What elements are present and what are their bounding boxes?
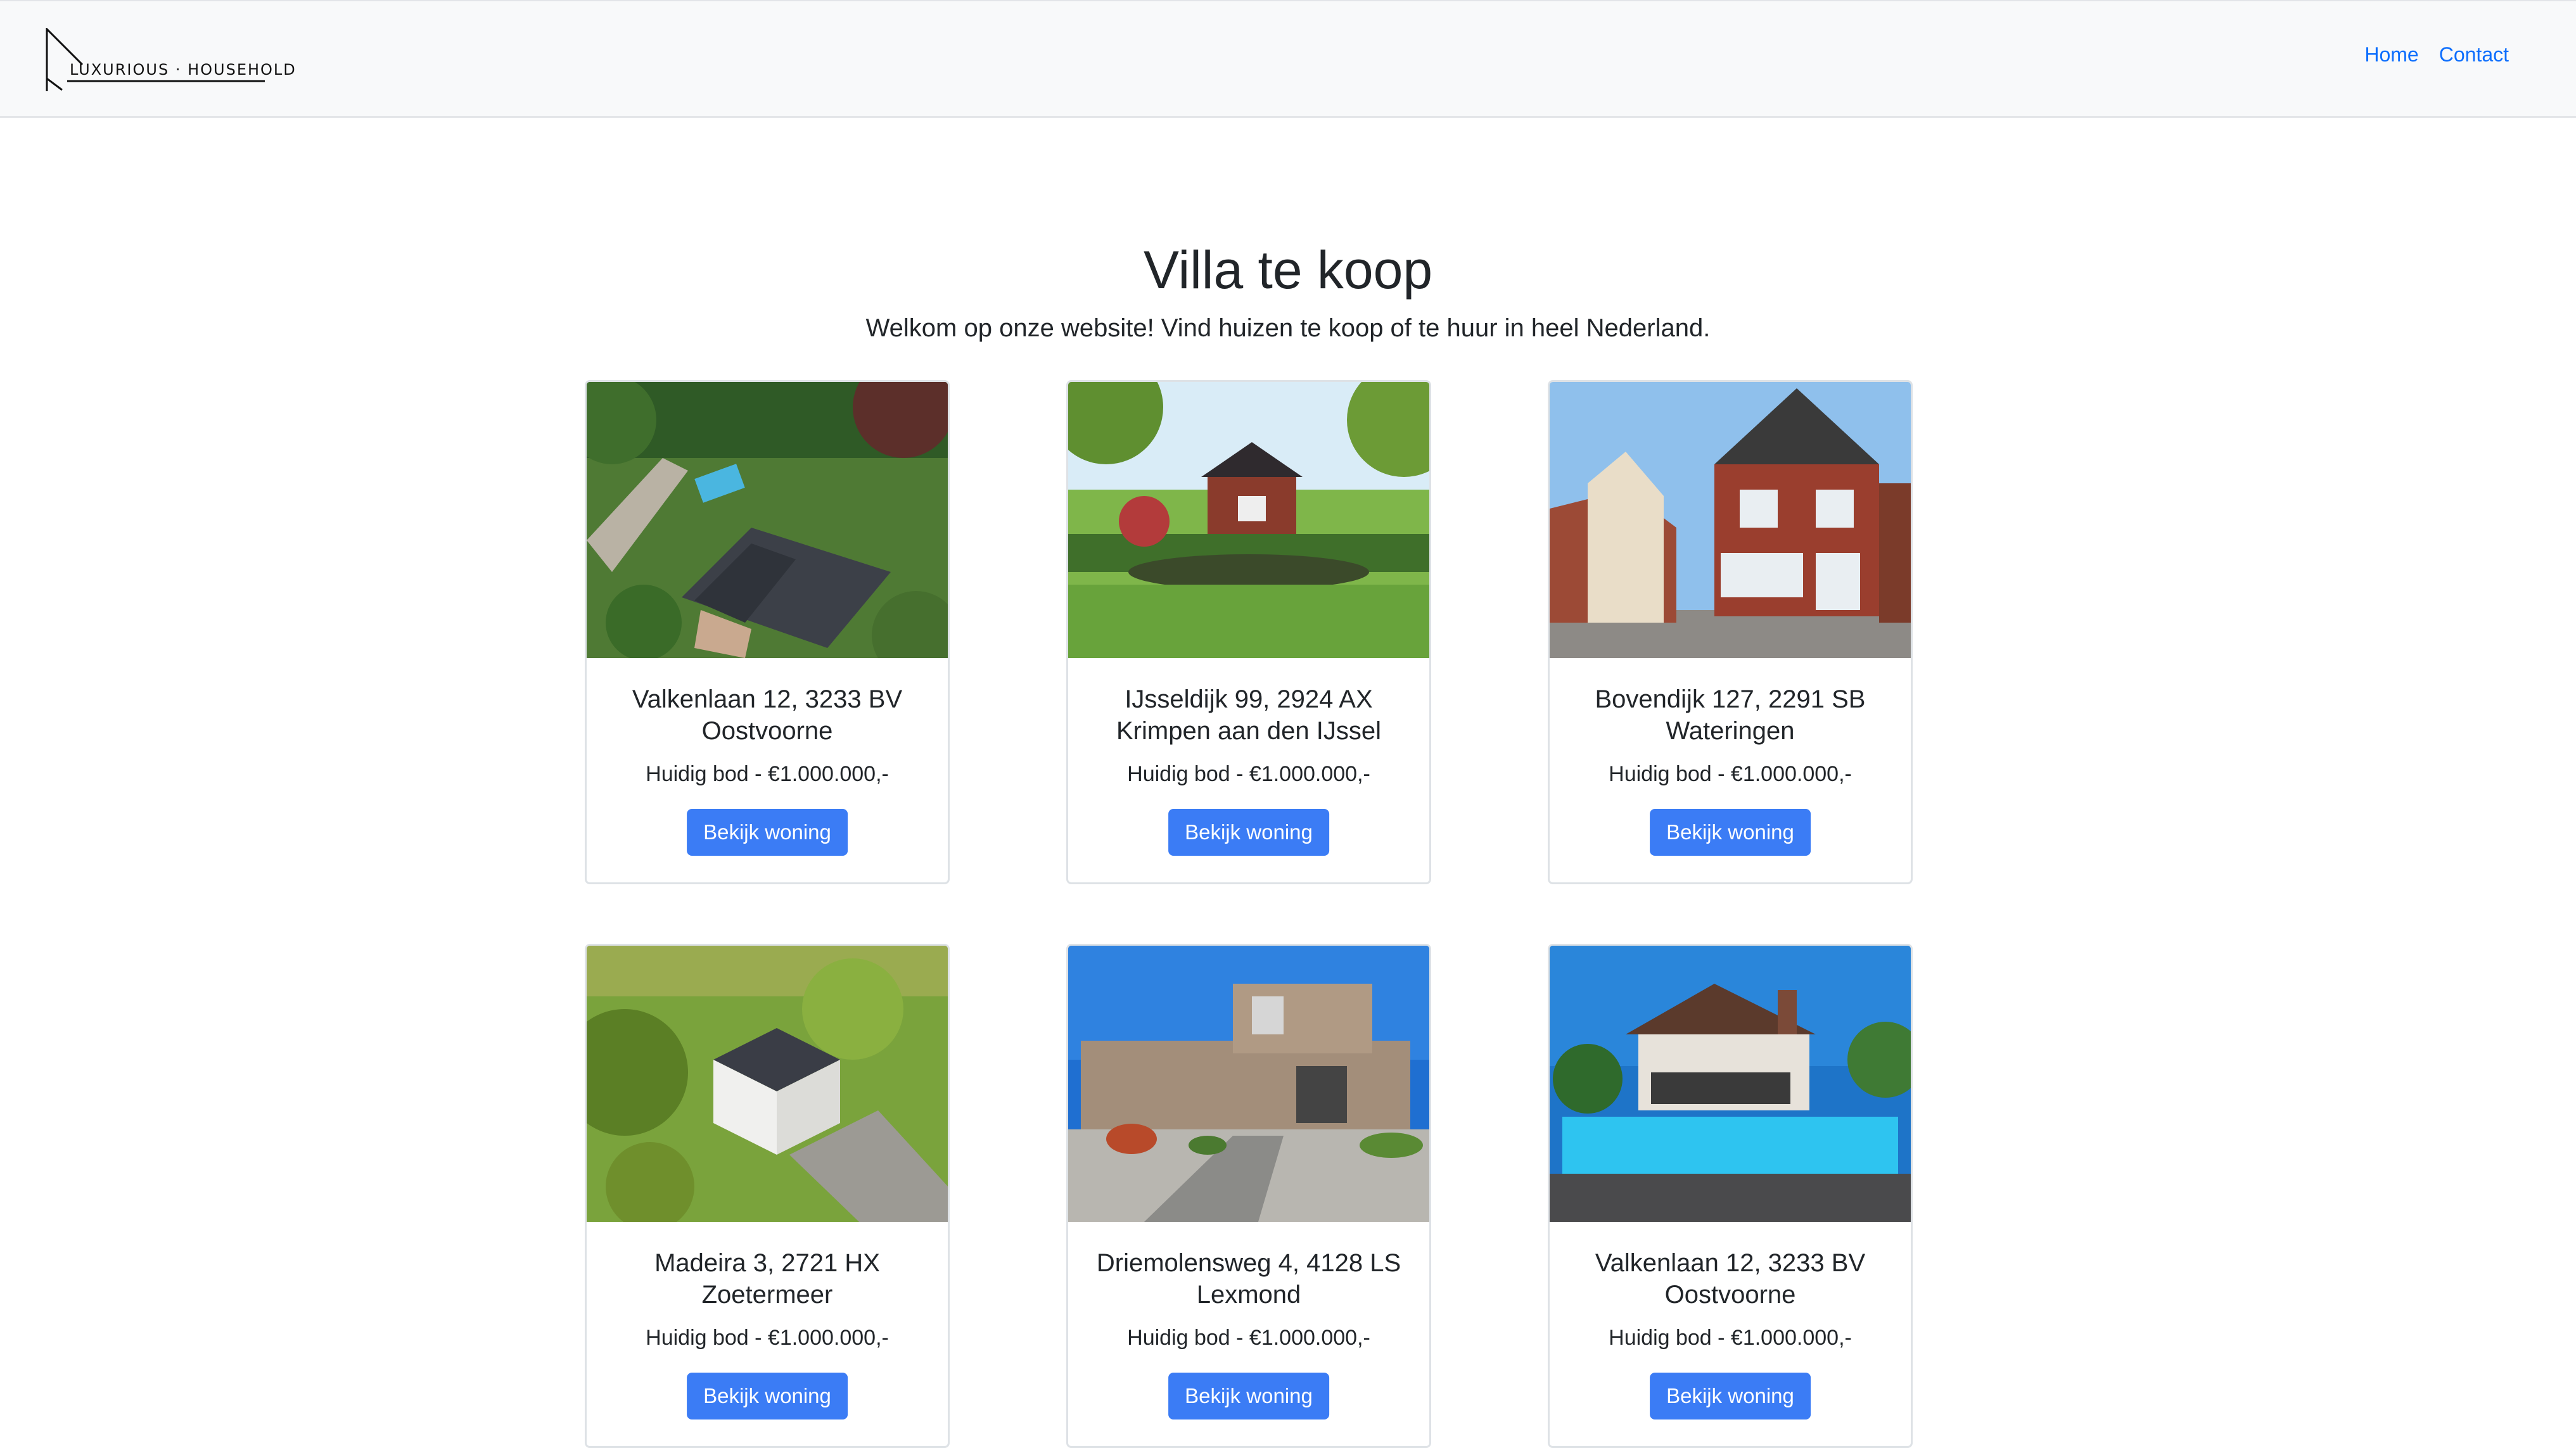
view-listing-button[interactable]: Bekijk woning [1650,1373,1811,1419]
listing-card: Valkenlaan 12, 3233 BV Oostvoorne Huidig… [585,380,950,884]
listing-price: Huidig bod - €1.000.000,- [646,762,889,786]
listing-title: Madeira 3, 2721 HX Zoetermeer [654,1249,880,1309]
listing-price: Huidig bod - €1.000.000,- [1609,762,1852,786]
listing-title: IJsseldijk 99, 2924 AX Krimpen aan den I… [1116,685,1381,745]
listing-photo[interactable] [1068,382,1429,658]
listing-title: Bovendijk 127, 2291 SB Wateringen [1595,685,1866,745]
nav-contact-link[interactable]: Contact [2439,43,2509,67]
listing-price: Huidig bod - €1.000.000,- [1127,762,1370,786]
listing-card: IJsseldijk 99, 2924 AX Krimpen aan den I… [1066,380,1431,884]
listing-card: Bovendijk 127, 2291 SB Wateringen Huidig… [1548,380,1913,884]
listing-card: Madeira 3, 2721 HX Zoetermeer Huidig bod… [585,944,950,1448]
listing-photo[interactable] [587,946,948,1222]
navbar: LUXURIOUS · HOUSEHOLD Home Contact [0,0,2576,118]
listing-photo[interactable] [587,382,948,658]
listing-photo[interactable] [1068,946,1429,1222]
page-title: Villa te koop [1143,240,1433,300]
nav-links: Home Contact [2364,43,2509,67]
view-listing-button[interactable]: Bekijk woning [1168,809,1329,856]
listing-title: Driemolensweg 4, 4128 LS Lexmond [1096,1249,1401,1309]
logo-text: LUXURIOUS · HOUSEHOLD [70,61,296,79]
view-listing-button[interactable]: Bekijk woning [1650,809,1811,856]
listing-price: Huidig bod - €1.000.000,- [646,1326,889,1350]
page-subtitle: Welkom op onze website! Vind huizen te k… [865,314,1711,342]
view-listing-button[interactable]: Bekijk woning [1168,1373,1329,1419]
brand-logo[interactable]: LUXURIOUS · HOUSEHOLD [44,28,295,94]
view-listing-button[interactable]: Bekijk woning [687,1373,848,1419]
listing-title: Valkenlaan 12, 3233 BV Oostvoorne [1595,1249,1866,1309]
listing-price: Huidig bod - €1.000.000,- [1127,1326,1370,1350]
listing-card: Driemolensweg 4, 4128 LS Lexmond Huidig … [1066,944,1431,1448]
listing-photo[interactable] [1550,382,1911,658]
listing-card: Valkenlaan 12, 3233 BV Oostvoorne Huidig… [1548,944,1913,1448]
listing-price: Huidig bod - €1.000.000,- [1609,1326,1852,1350]
nav-home-link[interactable]: Home [2364,43,2418,67]
listing-title: Valkenlaan 12, 3233 BV Oostvoorne [632,685,903,745]
view-listing-button[interactable]: Bekijk woning [687,809,848,856]
listing-photo[interactable] [1550,946,1911,1222]
